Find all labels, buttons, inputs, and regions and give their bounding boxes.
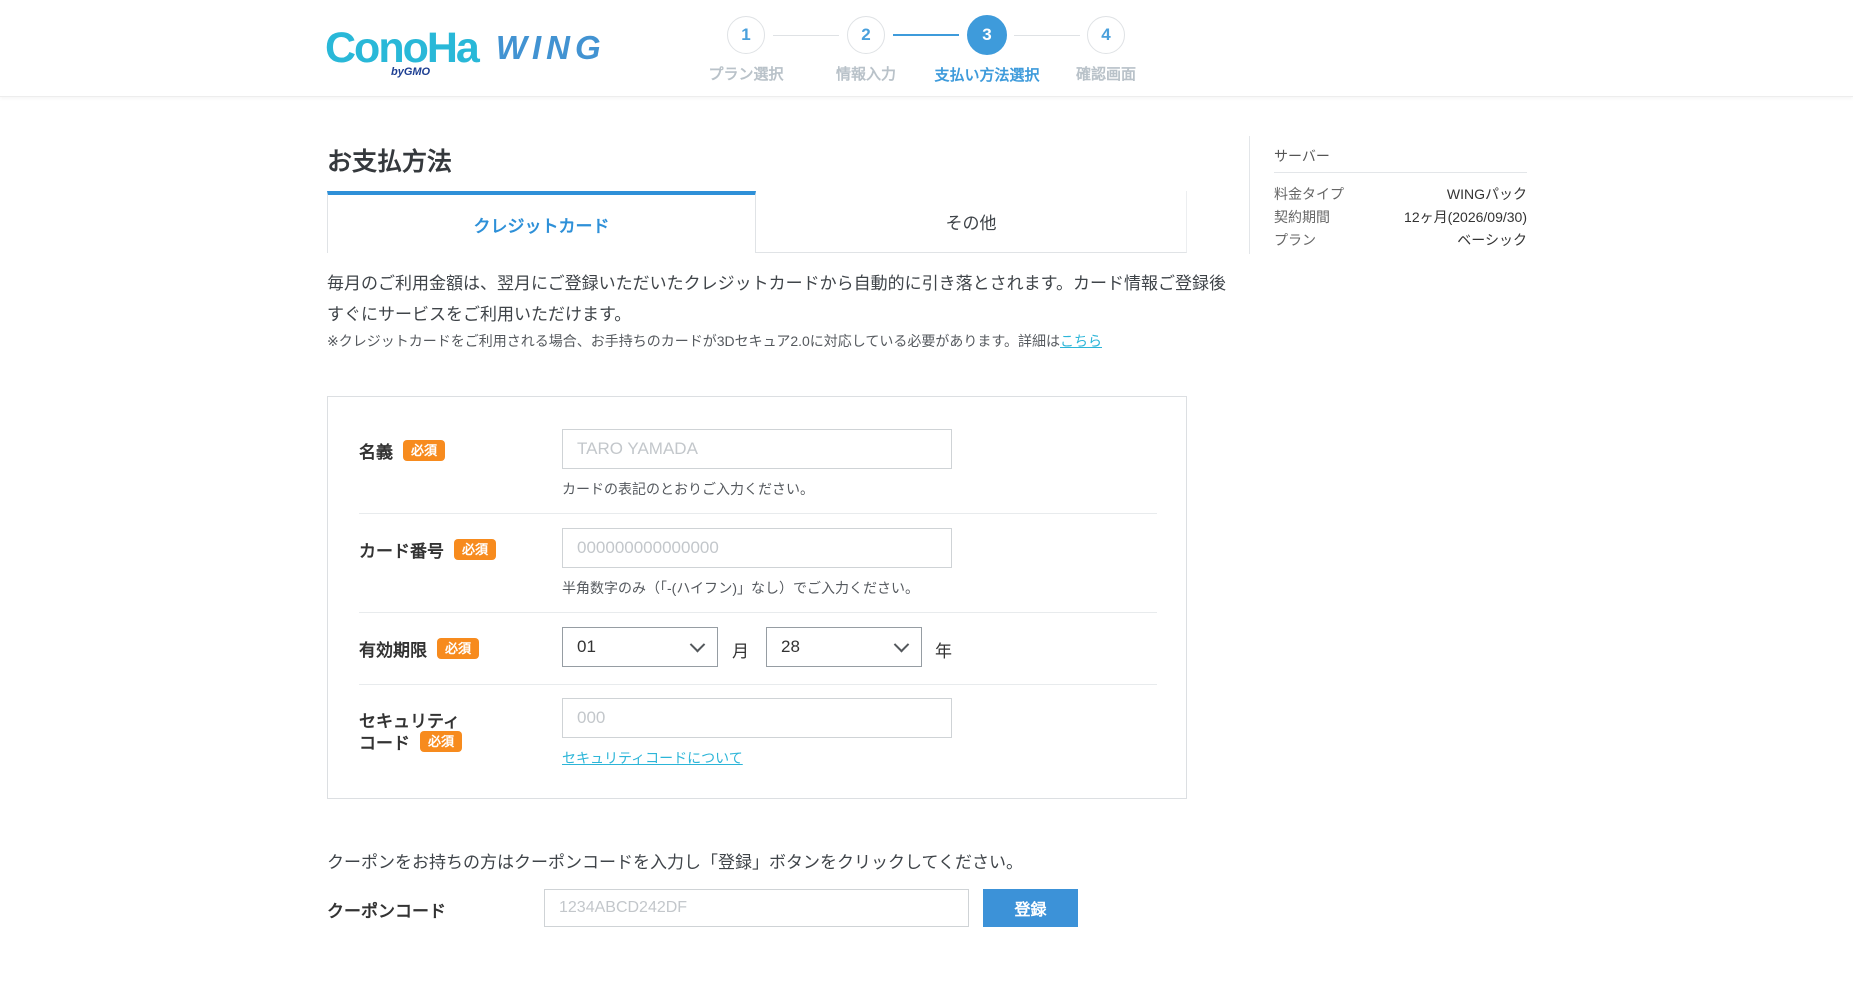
page-title: お支払方法 bbox=[327, 142, 452, 178]
expiry-year-unit: 年 bbox=[935, 637, 952, 662]
required-badge: 必須 bbox=[454, 539, 496, 560]
step-label: 支払い方法選択 bbox=[934, 64, 1039, 85]
step-number: 4 bbox=[1101, 25, 1110, 45]
tab-credit-card[interactable]: クレジットカード bbox=[327, 191, 756, 253]
step-plan-select: 1 プラン選択 bbox=[686, 16, 806, 84]
step-circle-4: 4 bbox=[1087, 16, 1125, 54]
expiry-year-value: 28 bbox=[781, 637, 800, 657]
server-summary: 料金タイプ WINGパック 契約期間 12ヶ月(2026/09/30) プラン … bbox=[1274, 183, 1527, 252]
expiry-field-label: 有効期限 必須 bbox=[359, 636, 479, 661]
required-badge: 必須 bbox=[403, 440, 445, 461]
summary-label: 契約期間 bbox=[1274, 206, 1330, 229]
step-confirm: 4 確認画面 bbox=[1046, 16, 1166, 84]
logo-wing-text: WING bbox=[496, 29, 606, 67]
tab-label: その他 bbox=[946, 209, 997, 234]
security-code-label-text2: コード bbox=[359, 729, 410, 754]
security-code-label-line2: コード 必須 bbox=[359, 729, 462, 754]
step-label: 情報入力 bbox=[836, 63, 896, 84]
step-label: プラン選択 bbox=[708, 63, 783, 84]
field-divider bbox=[359, 612, 1157, 613]
chevron-down-icon bbox=[894, 636, 910, 652]
logo-bygmo-text: byGMO bbox=[391, 66, 430, 78]
expiry-month-unit: 月 bbox=[732, 637, 749, 662]
page: ConoHa byGMO WING 1 プラン選択 2 情報入力 3 支払い方法… bbox=[0, 0, 1853, 992]
expiry-year-select[interactable]: 28 bbox=[766, 627, 922, 667]
credit-card-description-line2: すぐにサービスをご利用いただけます。 bbox=[327, 299, 631, 330]
name-label-text: 名義 bbox=[359, 438, 393, 463]
summary-value: WINGパック bbox=[1447, 183, 1527, 206]
step-circle-3: 3 bbox=[967, 15, 1007, 55]
payment-method-tabs: クレジットカード その他 bbox=[327, 191, 1187, 253]
summary-label: プラン bbox=[1274, 229, 1316, 252]
step-number: 1 bbox=[741, 25, 750, 45]
tab-label: クレジットカード bbox=[474, 212, 610, 237]
coupon-code-label: クーポンコード bbox=[327, 897, 446, 922]
3d-secure-note: ※クレジットカードをご利用される場合、お手持ちのカードが3Dセキュア2.0に対応… bbox=[327, 331, 1102, 351]
summary-row-price-type: 料金タイプ WINGパック bbox=[1274, 183, 1527, 206]
top-header: ConoHa byGMO WING 1 プラン選択 2 情報入力 3 支払い方法… bbox=[0, 0, 1853, 97]
step-number: 2 bbox=[861, 25, 870, 45]
card-number-input[interactable] bbox=[562, 528, 952, 568]
security-code-input[interactable] bbox=[562, 698, 952, 738]
coupon-instruction: クーポンをお持ちの方はクーポンコードを入力し「登録」ボタンをクリックしてください… bbox=[327, 848, 1023, 873]
card-holder-name-input[interactable] bbox=[562, 429, 952, 469]
summary-value: ベーシック bbox=[1457, 229, 1527, 252]
note-text: ※クレジットカードをご利用される場合、お手持ちのカードが3Dセキュア2.0に対応… bbox=[327, 333, 1060, 349]
step-info-input: 2 情報入力 bbox=[806, 16, 926, 84]
name-field-label: 名義 必須 bbox=[359, 438, 445, 463]
card-number-hint: 半角数字のみ（「-(ハイフン)」なし）でご入力ください。 bbox=[562, 578, 919, 598]
credit-card-description-line1: 毎月のご利用金額は、翌月にご登録いただいたクレジットカードから自動的に引き落とさ… bbox=[327, 268, 1226, 299]
sidebar-title-divider bbox=[1274, 172, 1527, 173]
conoha-wing-logo[interactable]: ConoHa byGMO WING bbox=[325, 20, 606, 76]
credit-card-form: 名義 必須 カードの表記のとおりご入力ください。 カード番号 必須 半角数字のみ… bbox=[327, 396, 1187, 799]
step-circle-2: 2 bbox=[847, 16, 885, 54]
chevron-down-icon bbox=[690, 636, 706, 652]
expiry-label-text: 有効期限 bbox=[359, 636, 427, 661]
expiry-month-value: 01 bbox=[577, 637, 596, 657]
step-label: 確認画面 bbox=[1076, 63, 1136, 84]
step-circle-1: 1 bbox=[727, 16, 765, 54]
step-number: 3 bbox=[982, 25, 991, 45]
coupon-register-button[interactable]: 登録 bbox=[983, 889, 1078, 927]
field-divider bbox=[359, 513, 1157, 514]
name-hint: カードの表記のとおりご入力ください。 bbox=[562, 479, 814, 499]
summary-label: 料金タイプ bbox=[1274, 183, 1344, 206]
card-number-field-label: カード番号 必須 bbox=[359, 537, 496, 562]
tab-other[interactable]: その他 bbox=[756, 191, 1187, 253]
required-badge: 必須 bbox=[437, 638, 479, 659]
sidebar-title: サーバー bbox=[1274, 146, 1330, 166]
summary-row-plan: プラン ベーシック bbox=[1274, 229, 1527, 252]
expiry-month-select[interactable]: 01 bbox=[562, 627, 718, 667]
security-code-about-link[interactable]: セキュリティコードについて bbox=[562, 748, 743, 768]
coupon-code-input[interactable] bbox=[544, 889, 969, 927]
card-number-label-text: カード番号 bbox=[359, 537, 444, 562]
note-details-link[interactable]: こちら bbox=[1060, 333, 1102, 349]
summary-value: 12ヶ月(2026/09/30) bbox=[1404, 206, 1527, 229]
logo-conoha-text: ConoHa bbox=[325, 27, 478, 70]
field-divider bbox=[359, 684, 1157, 685]
step-payment-method: 3 支払い方法選択 bbox=[927, 16, 1047, 85]
required-badge: 必須 bbox=[420, 731, 462, 752]
summary-row-contract-period: 契約期間 12ヶ月(2026/09/30) bbox=[1274, 206, 1527, 229]
sidebar-left-divider bbox=[1249, 136, 1250, 254]
